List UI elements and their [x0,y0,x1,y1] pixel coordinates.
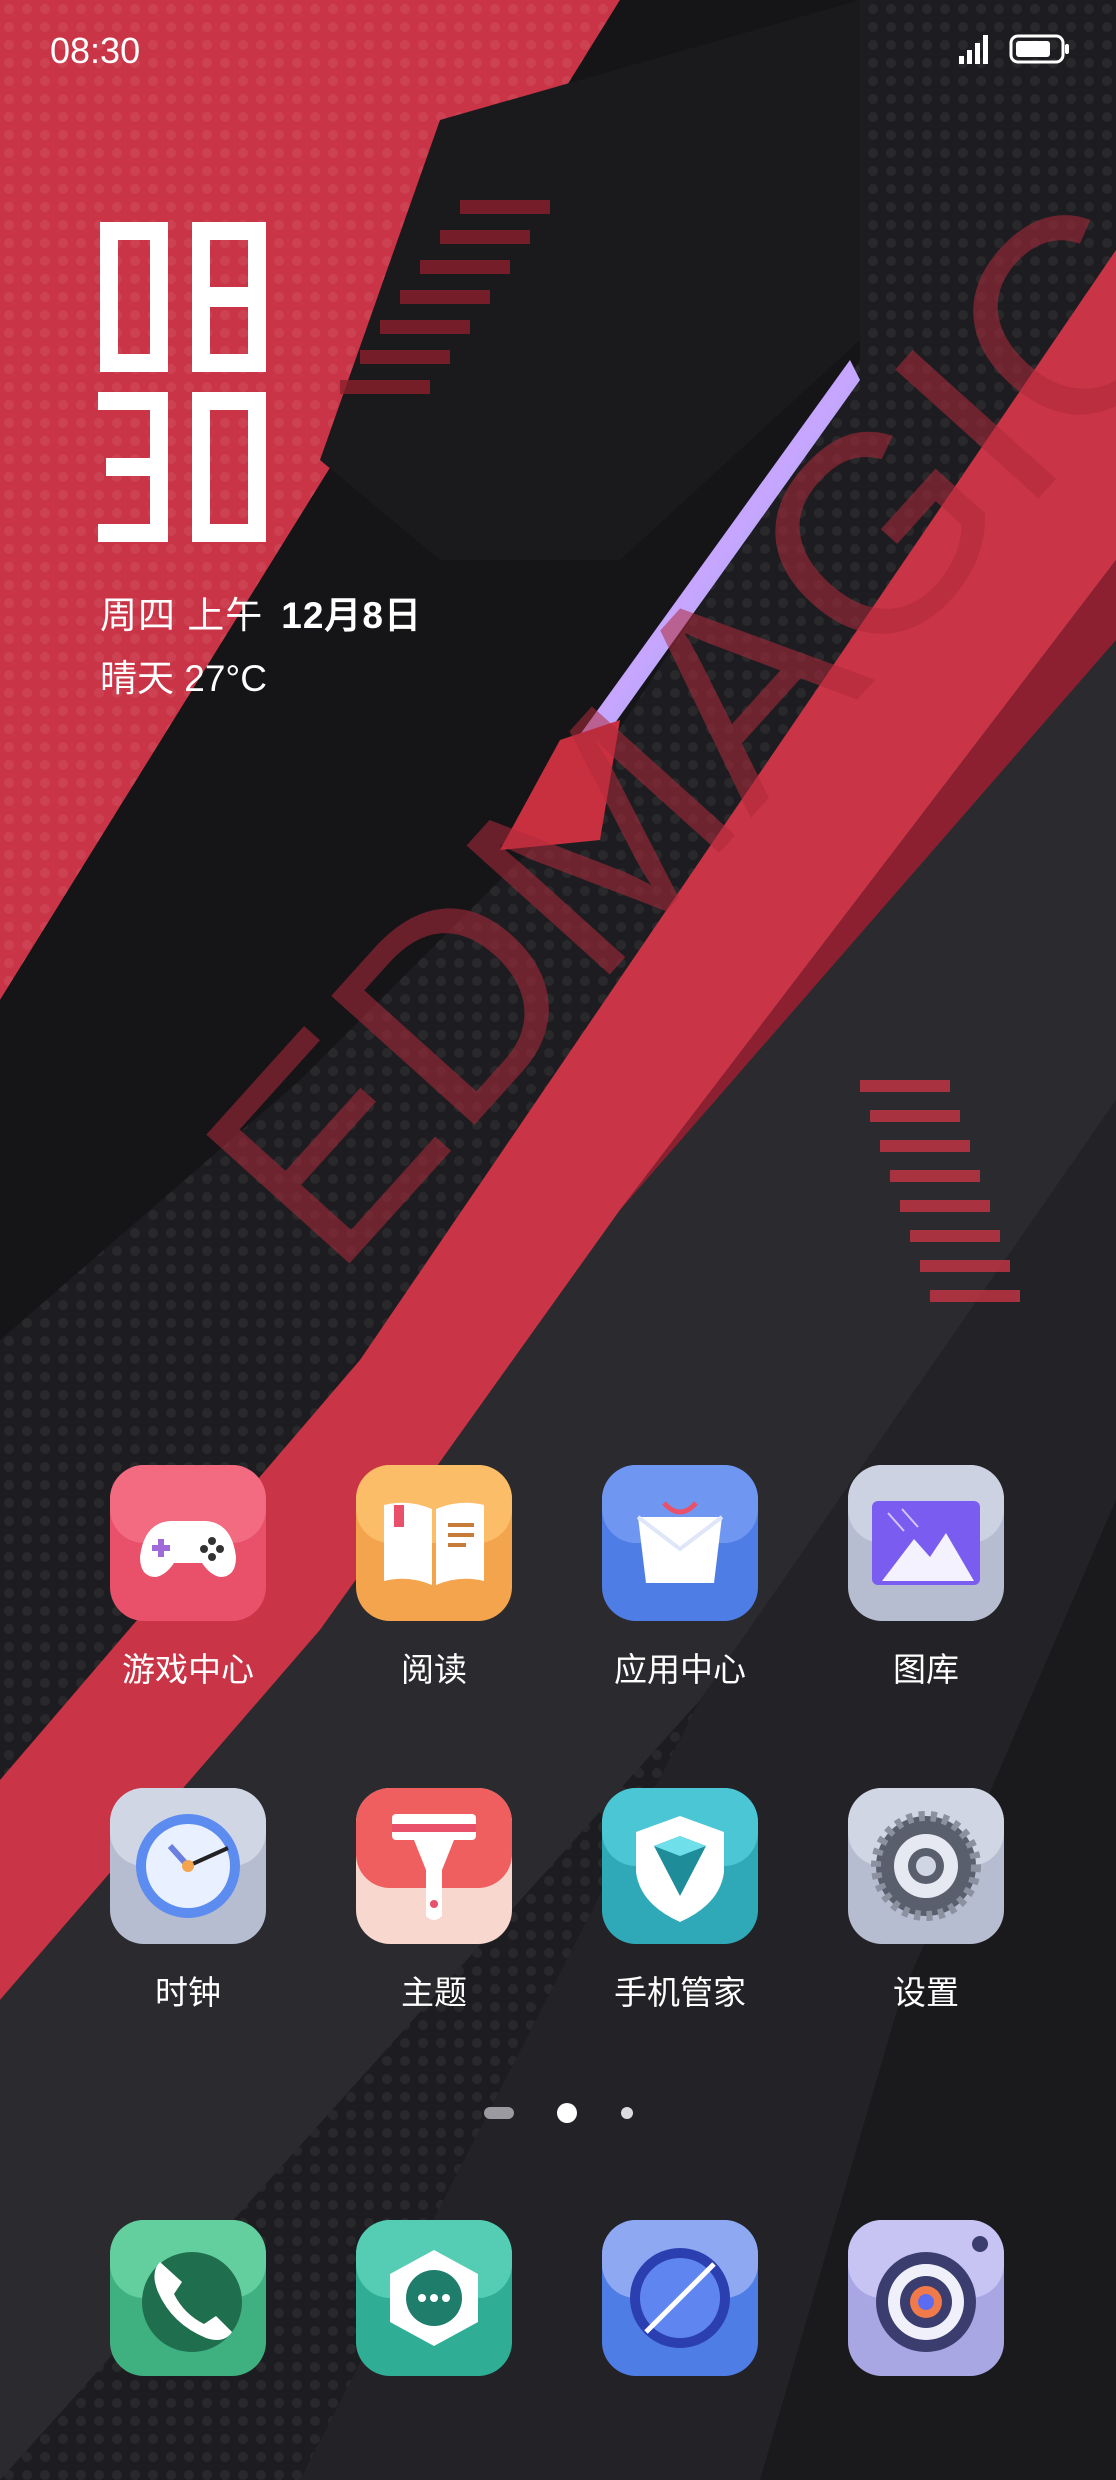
battery-icon [1009,34,1069,64]
clock-digit [192,222,266,372]
clock-digit [100,222,168,372]
page-dot [621,2107,633,2119]
app-game-center[interactable]: 游戏中心 [88,1465,288,1691]
app-label: 阅读 [401,1651,467,1688]
gear-icon [848,1788,1004,1944]
app-settings[interactable]: 设置 [826,1788,1026,2014]
app-label: 游戏中心 [122,1651,254,1688]
page-dot-active [557,2103,577,2123]
gallery-icon [848,1465,1004,1621]
status-bar: 08:30 [0,0,1116,110]
paint-brush-icon [356,1788,512,1944]
app-label: 应用中心 [614,1651,746,1688]
page-indicator[interactable] [0,2098,1116,2128]
gamepad-icon [110,1465,266,1621]
camera-icon [848,2220,1004,2376]
dock-phone[interactable] [88,2220,288,2376]
phone-icon [110,2220,266,2376]
clock-digit [98,392,168,542]
app-reader[interactable]: 阅读 [334,1465,534,1691]
app-label: 设置 [893,1974,959,2011]
dock-messages[interactable] [334,2220,534,2376]
book-icon [356,1465,512,1621]
clock-digit [192,392,266,542]
status-time: 08:30 [50,30,141,71]
cell-signal-icon [959,35,988,64]
app-label: 手机管家 [614,1974,746,2011]
message-icon [356,2220,512,2376]
app-phone-manager[interactable]: 手机管家 [580,1788,780,2014]
app-theme[interactable]: 主题 [334,1788,534,2014]
app-gallery[interactable]: 图库 [826,1465,1026,1691]
app-clock[interactable]: 时钟 [88,1788,288,2014]
app-label: 时钟 [155,1974,221,2011]
app-app-center[interactable]: 应用中心 [580,1465,780,1691]
app-label: 主题 [401,1974,467,2011]
dock-browser[interactable] [580,2220,780,2376]
clock-icon [110,1788,266,1944]
shield-icon [602,1788,758,1944]
page-dot [484,2107,514,2119]
dock-camera[interactable] [826,2220,1026,2376]
date-text: 周四 上午 12月8日 [100,595,423,636]
app-label: 图库 [893,1651,959,1688]
app-store-icon [602,1465,758,1621]
browser-icon [602,2220,758,2376]
weather-text: 晴天 27°C [100,658,267,699]
